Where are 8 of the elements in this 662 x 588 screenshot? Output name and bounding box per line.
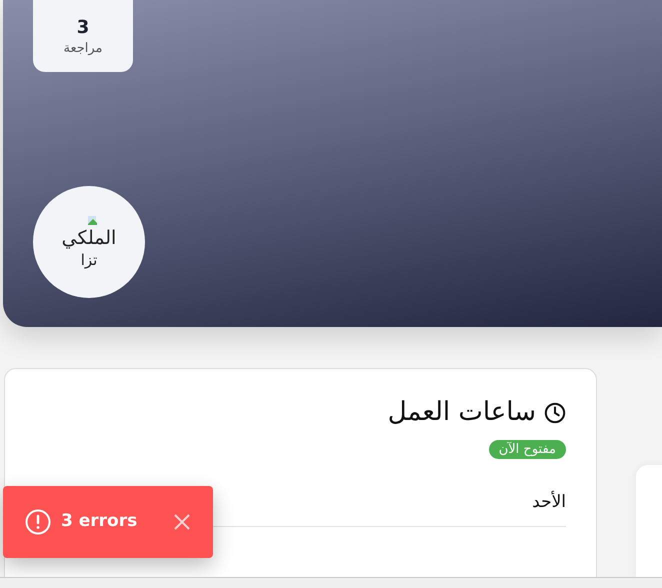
status-badge: مفتوح الآن	[488, 440, 566, 460]
logo-text: الملكي	[62, 227, 116, 251]
card-title: ساعات العمل	[388, 397, 536, 428]
stat-value: 3	[76, 16, 90, 38]
day-name: الأحد	[532, 492, 566, 512]
logo-text: تزا	[80, 250, 98, 269]
error-count: 3 errors	[61, 510, 138, 534]
stat-label: مراجعة	[63, 40, 103, 58]
